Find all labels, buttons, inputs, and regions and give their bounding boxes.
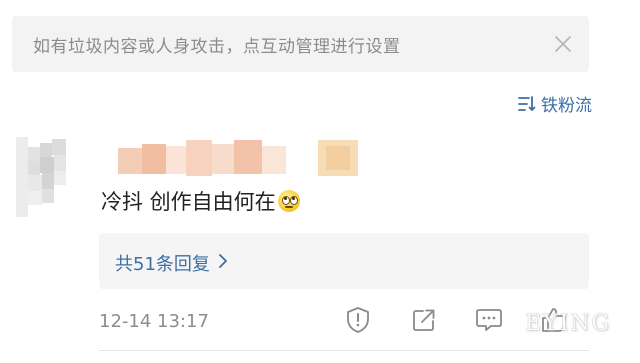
- fan-filter-label: 铁粉流: [541, 96, 592, 116]
- notice-text: 如有垃圾内容或人身攻击，点互动管理进行设置: [33, 37, 401, 57]
- notice-banner: 如有垃圾内容或人身攻击，点互动管理进行设置: [12, 16, 589, 72]
- chevron-right-icon: [218, 253, 228, 274]
- fan-filter-button[interactable]: 铁粉流: [517, 91, 592, 116]
- replies-label: 共51条回复: [115, 254, 210, 275]
- rolling-eyes-emoji-icon: [277, 190, 300, 212]
- watermark: EYING: [525, 311, 612, 336]
- comment-icon[interactable]: [474, 305, 504, 335]
- username-blurred[interactable]: [118, 140, 358, 178]
- sort-list-icon: [517, 95, 537, 113]
- replies-button[interactable]: 共51条回复: [99, 233, 589, 289]
- avatar[interactable]: [16, 137, 80, 217]
- share-icon[interactable]: [409, 305, 439, 335]
- comment-body: 冷抖 创作自由何在: [101, 186, 300, 216]
- comment-timestamp: 12-14 13:17: [99, 311, 209, 332]
- report-icon[interactable]: [343, 305, 373, 335]
- comment-text: 冷抖 创作自由何在: [101, 190, 276, 214]
- close-icon[interactable]: [553, 34, 573, 54]
- divider: [99, 350, 589, 351]
